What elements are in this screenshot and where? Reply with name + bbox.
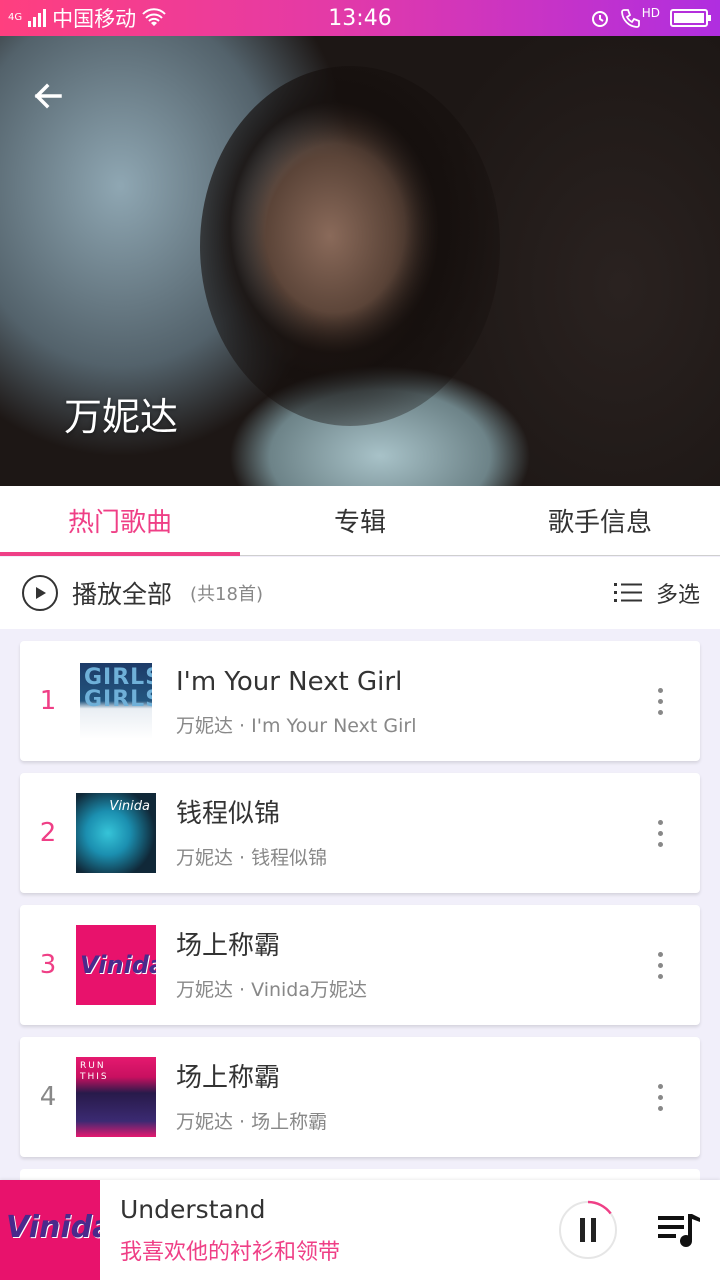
song-item[interactable]: 1 GIRLS GIRLS I'm Your Next Girl 万妮达 · I… — [20, 641, 700, 761]
song-item[interactable]: 4 RUN THIS 场上称霸 万妮达 · 场上称霸 — [20, 1037, 700, 1157]
now-playing-cover[interactable]: Vinida — [0, 1180, 100, 1280]
song-info: I'm Your Next Girl 万妮达 · I'm Your Next G… — [176, 665, 630, 738]
play-icon — [22, 575, 58, 611]
song-title: 钱程似锦 — [176, 798, 281, 829]
list-icon — [613, 583, 642, 602]
tab-artist-info[interactable]: 歌手信息 — [480, 486, 720, 555]
song-rank: 4 — [39, 1082, 57, 1112]
tab-albums[interactable]: 专辑 — [240, 486, 480, 555]
song-info: 场上称霸 万妮达 · 场上称霸 — [176, 1061, 630, 1134]
more-options-icon[interactable] — [630, 819, 690, 847]
cover-text: Vinida — [6, 1210, 100, 1245]
song-title: 场上称霸 — [176, 1062, 281, 1093]
song-info: 钱程似锦 万妮达 · 钱程似锦 — [176, 797, 630, 870]
status-right: HD — [590, 0, 711, 36]
alarm-icon — [591, 11, 608, 27]
now-playing-title: Understand — [120, 1194, 266, 1224]
more-options-icon[interactable] — [630, 951, 690, 979]
song-item[interactable]: 2 Vinida 钱程似锦 万妮达 · 钱程似锦 — [20, 773, 700, 893]
play-all-label: 播放全部 — [72, 580, 173, 609]
song-title: 场上称霸 — [176, 930, 281, 961]
song-rank: 2 — [39, 818, 57, 848]
now-playing-lyric: 我喜欢他的衬衫和领带 — [120, 1239, 341, 1265]
more-options-icon[interactable] — [630, 687, 690, 715]
pause-icon — [559, 1200, 617, 1259]
play-all-button[interactable]: 播放全部 (共18首) — [22, 575, 263, 611]
battery-icon — [670, 9, 711, 27]
artist-name: 万妮达 — [64, 395, 179, 439]
status-bar: 4G 中国移动 13:46 HD — [0, 0, 720, 36]
signal-icon — [28, 9, 47, 27]
song-item[interactable]: 3 Vinida 场上称霸 万妮达 · Vinida万妮达 — [20, 905, 700, 1025]
play-all-row: 播放全部 (共18首) 多选 — [0, 557, 720, 629]
arrow-left-icon — [34, 83, 62, 109]
artist-photo — [200, 66, 500, 426]
wifi-icon — [142, 8, 166, 26]
tab-bar: 热门歌曲 专辑 歌手信息 — [0, 486, 720, 556]
artist-header-image: 万妮达 — [0, 36, 720, 486]
song-rank: 1 — [39, 686, 57, 716]
playlist-button[interactable] — [656, 1210, 704, 1250]
multi-select-button[interactable]: 多选 — [613, 577, 700, 609]
hd-badge: HD — [641, 6, 660, 20]
song-subtitle: 万妮达 · I'm Your Next Girl — [176, 714, 417, 737]
song-subtitle: 万妮达 · 场上称霸 — [176, 1110, 328, 1133]
status-left: 4G 中国移动 — [0, 3, 260, 33]
cover-text: RUN THIS — [80, 1061, 109, 1082]
cover-text: Vinida — [109, 799, 150, 814]
song-rank: 3 — [39, 950, 57, 980]
mini-player[interactable]: Vinida Understand 我喜欢他的衬衫和领带 — [0, 1180, 720, 1280]
album-cover: Vinida — [76, 925, 156, 1005]
song-subtitle: 万妮达 · 钱程似锦 — [176, 846, 328, 869]
playlist-icon — [658, 1214, 700, 1247]
cover-text: Vinida — [80, 951, 156, 979]
call-icon — [620, 9, 640, 28]
song-info: 场上称霸 万妮达 · Vinida万妮达 — [176, 929, 630, 1002]
back-button[interactable] — [24, 72, 72, 120]
song-count: (共18首) — [190, 584, 263, 605]
now-playing-info[interactable]: Understand 我喜欢他的衬衫和领带 — [120, 1195, 558, 1266]
album-cover: RUN THIS — [76, 1057, 156, 1137]
song-subtitle: 万妮达 · Vinida万妮达 — [176, 978, 368, 1001]
song-title: I'm Your Next Girl — [176, 666, 403, 697]
album-cover: Vinida — [76, 793, 156, 873]
more-options-icon[interactable] — [630, 1083, 690, 1111]
album-cover: GIRLS GIRLS — [80, 663, 152, 739]
multi-select-label: 多选 — [655, 583, 700, 608]
pause-button[interactable] — [558, 1200, 618, 1260]
network-type: 4G — [8, 12, 23, 23]
carrier-name: 中国移动 — [52, 7, 137, 31]
cover-text: GIRLS GIRLS — [84, 665, 152, 712]
tab-hot-songs[interactable]: 热门歌曲 — [0, 486, 240, 556]
song-list: 1 GIRLS GIRLS I'm Your Next Girl 万妮达 · I… — [20, 641, 700, 1169]
